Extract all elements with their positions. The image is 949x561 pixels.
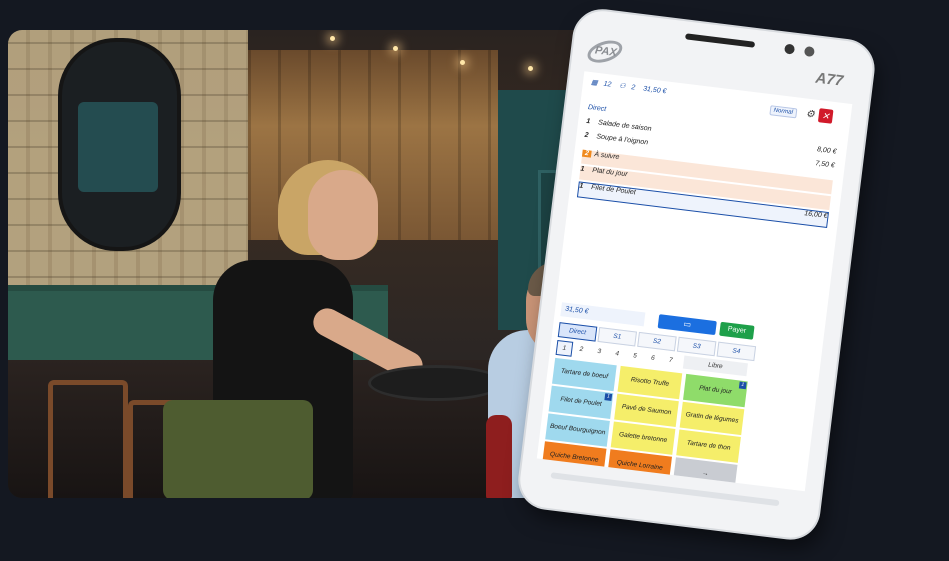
card-payment-button[interactable]: ▭	[657, 314, 717, 336]
pos-screen: ▦ 12 ⚇ 2 31,50 € Normal ⚙ ✕ Direct 1 Salade…	[536, 71, 853, 492]
suivre-label: À suivre	[593, 151, 620, 162]
serving-tray	[368, 365, 504, 401]
wooden-chair	[48, 380, 128, 498]
covers-count: 2	[630, 84, 636, 92]
product-label: Tartare de boeuf	[560, 367, 609, 381]
waitress-apron	[163, 400, 313, 498]
arched-mirror	[58, 38, 181, 251]
product-label: Filet de Poulet	[559, 395, 603, 408]
product-label: Tartare de thon	[686, 439, 731, 452]
gear-icon[interactable]: ⚙	[805, 109, 815, 121]
covers-icon: ⚇	[618, 82, 626, 91]
product-button[interactable]: Quiche Lorraine	[607, 449, 673, 483]
product-button[interactable]: Quiche Bretonne	[541, 441, 607, 475]
pos-terminal: PAX A77 ▦ 12 ⚇ 2 31,50 € Normal ⚙ ✕ Direct…	[515, 8, 921, 561]
number-5[interactable]: 5	[627, 349, 642, 364]
sensor-icon	[803, 45, 815, 58]
number-1[interactable]: 1	[555, 339, 574, 357]
tab-s1[interactable]: S1	[597, 326, 638, 347]
total-display: 31,50 €	[560, 302, 646, 327]
line-qty: 1	[585, 117, 591, 126]
suivre-badge: 2	[581, 149, 592, 158]
line-name: Salade de saison	[597, 119, 652, 133]
product-label: →	[701, 469, 709, 478]
tab-direct[interactable]: Direct	[557, 322, 598, 342]
camera-icon	[783, 43, 796, 55]
line-name: Filet de Poulet	[590, 183, 637, 197]
brand-logo: PAX	[594, 44, 618, 59]
count-badge: 1	[738, 381, 747, 390]
line-price: 7,50 €	[814, 160, 836, 170]
line-price: 16,00 €	[803, 210, 828, 220]
soda-bottle	[486, 415, 512, 498]
terminal-shell: PAX A77 ▦ 12 ⚇ 2 31,50 € Normal ⚙ ✕ Direct…	[517, 8, 876, 541]
product-label: Boeuf Bourguignon	[549, 422, 606, 437]
product-label: Galette bretonne	[618, 431, 668, 445]
tab-s4[interactable]: S4	[716, 341, 757, 362]
line-price: 8,00 €	[816, 146, 837, 156]
number-4[interactable]: 4	[609, 347, 624, 362]
speaker-slot	[684, 33, 756, 48]
product-label: Quiche Bretonne	[549, 450, 599, 464]
tab-s2[interactable]: S2	[637, 331, 677, 352]
number-3[interactable]: 3	[592, 344, 607, 359]
pay-button[interactable]: Payer	[719, 321, 755, 340]
product-button[interactable]: →	[672, 457, 738, 491]
close-button[interactable]: ✕	[817, 108, 834, 124]
waitress-face	[308, 170, 378, 260]
line-qty: 1	[578, 182, 584, 190]
number-2[interactable]: 2	[574, 342, 589, 357]
number-6[interactable]: 6	[645, 351, 660, 366]
product-label: Plat du jour	[698, 384, 733, 396]
tab-s3[interactable]: S3	[676, 336, 717, 357]
status-bar: ▦ 12 ⚇ 2 31,50 € Normal ⚙ ✕	[590, 78, 844, 125]
product-label: Gratin de légumes	[685, 411, 739, 425]
table-icon: ▦	[590, 79, 599, 87]
direct-section-label: Direct	[587, 103, 607, 114]
line-qty: 2	[584, 131, 589, 140]
table-number: 12	[603, 80, 612, 89]
order-panel: 31,50 € ▭ Payer Direct S1 S2 S3 S4 1 2 3…	[537, 302, 824, 492]
model-label: A77	[814, 69, 845, 90]
count-badge: 1	[604, 393, 613, 401]
line-qty: 1	[579, 165, 585, 173]
product-label: Quiche Lorraine	[616, 459, 664, 472]
order-amount: 31,50 €	[642, 85, 667, 96]
mode-badge[interactable]: Normal	[769, 105, 798, 119]
number-7[interactable]: 7	[663, 353, 678, 368]
product-label: Risotto Truffe	[630, 376, 670, 388]
product-label: Pavé de Saumon	[621, 403, 672, 417]
